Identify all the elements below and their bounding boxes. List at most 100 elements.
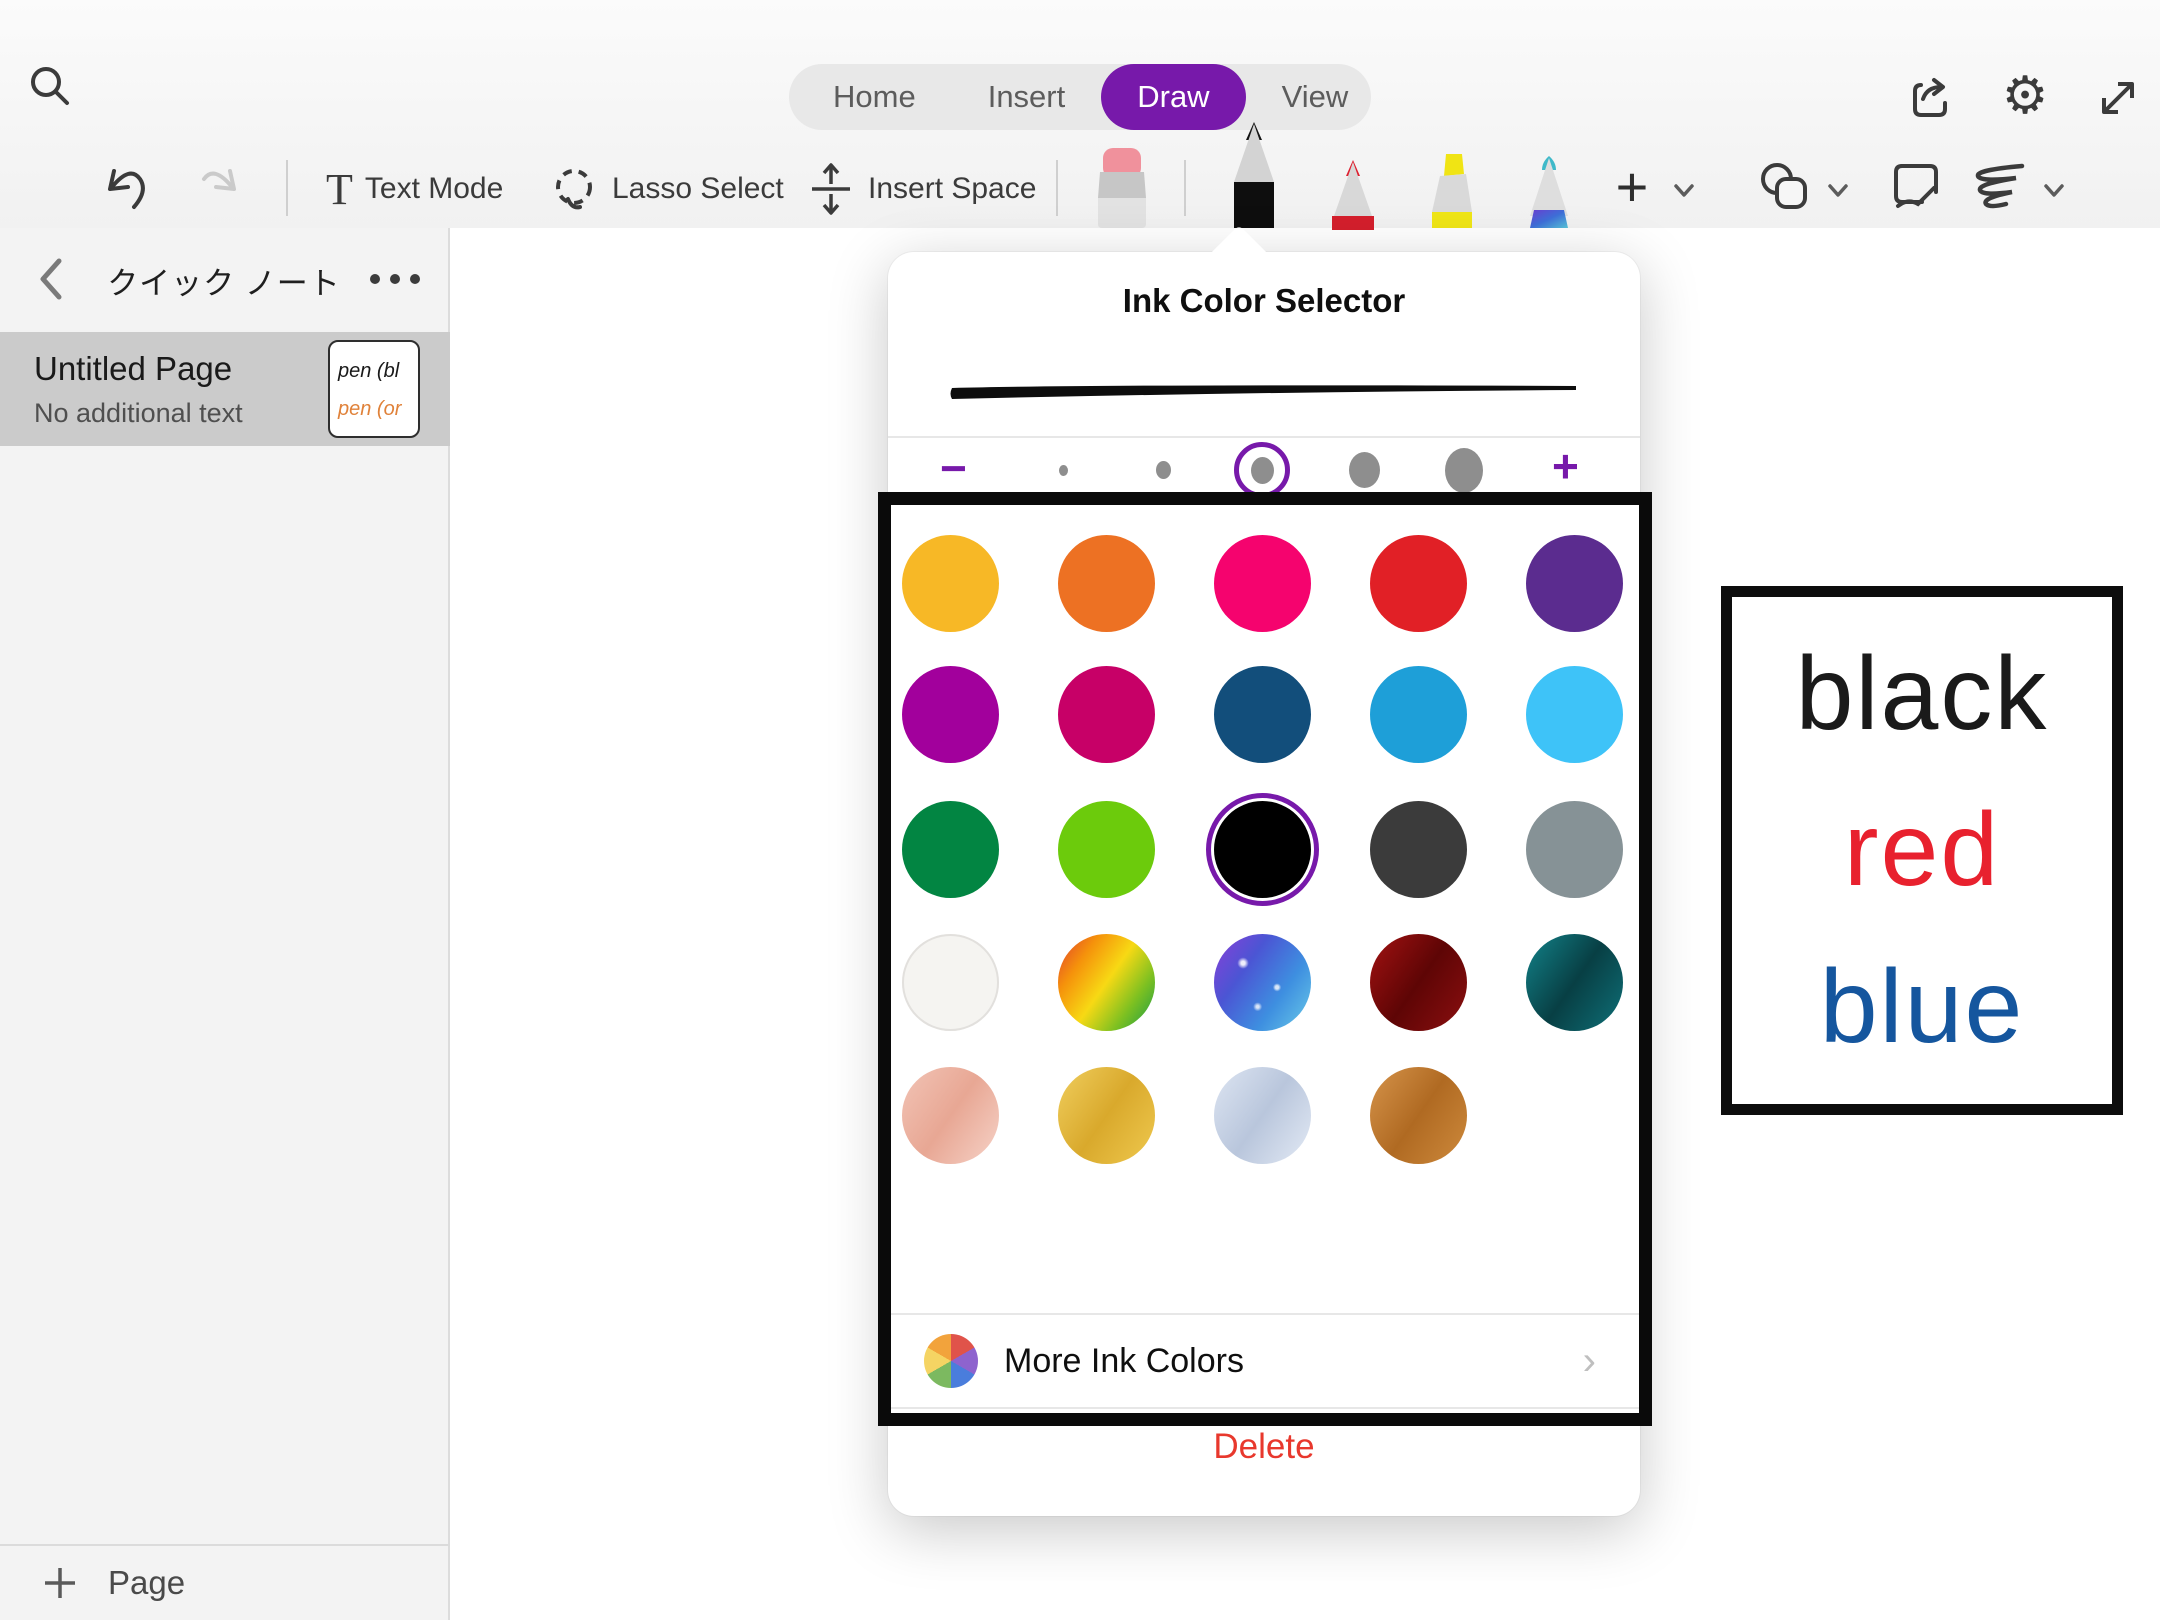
page-subtitle: No additional text — [34, 398, 243, 429]
selected-size-ring — [1234, 442, 1290, 498]
increase-size-button[interactable]: + — [1552, 443, 1579, 489]
ink-color-purple-magenta[interactable] — [902, 666, 999, 763]
ink-color-red[interactable] — [1370, 535, 1467, 632]
tab-insert[interactable]: Insert — [952, 64, 1102, 130]
ink-color-rose-gold[interactable] — [902, 1067, 999, 1164]
redo-icon — [192, 163, 244, 215]
stroke-size-row: − + — [888, 439, 1640, 501]
add-page-label: Page — [108, 1564, 185, 1602]
shapes-button[interactable] — [1752, 154, 1816, 218]
ink-color-white[interactable] — [902, 934, 999, 1031]
ink-color-light-blue[interactable] — [1526, 666, 1623, 763]
undo-icon — [100, 163, 152, 215]
stroke-size-option-5[interactable] — [1445, 448, 1483, 493]
undo-button[interactable] — [100, 150, 152, 228]
red-pen-icon — [1324, 160, 1382, 232]
share-button[interactable] — [1902, 68, 1962, 128]
delete-pen-button[interactable]: Delete — [888, 1427, 1640, 1467]
ink-word-red: red — [1844, 791, 2000, 910]
stroke-size-option-2[interactable] — [1156, 461, 1171, 479]
text-mode-button[interactable]: T Text Mode — [326, 150, 503, 228]
divider — [1056, 160, 1058, 216]
ink-annotate-button[interactable] — [1884, 154, 1948, 218]
fullscreen-button[interactable] — [2088, 68, 2148, 128]
ink-to-shape-dropdown[interactable] — [2034, 170, 2074, 210]
share-icon — [1907, 73, 1957, 123]
search-icon — [27, 63, 73, 109]
ink-color-raspberry[interactable] — [1058, 666, 1155, 763]
settings-button[interactable]: ⚙ — [1995, 66, 2055, 126]
ink-color-bronze[interactable] — [1370, 1067, 1467, 1164]
ink-color-silver[interactable] — [1214, 1067, 1311, 1164]
ink-color-blue[interactable] — [1370, 666, 1467, 763]
ink-color-violet[interactable] — [1526, 535, 1623, 632]
lasso-icon — [548, 163, 600, 215]
add-page-button[interactable]: Page — [0, 1544, 450, 1620]
ink-color-dark-red-marble[interactable] — [1370, 934, 1467, 1031]
ink-color-gold-shimmer[interactable] — [1058, 1067, 1155, 1164]
eraser-icon — [1086, 146, 1158, 228]
lasso-label: Lasso Select — [612, 172, 784, 206]
chevron-down-icon — [2040, 176, 2068, 204]
thumbnail-ink-text: pen (or — [338, 390, 418, 428]
lasso-select-button[interactable]: Lasso Select — [548, 150, 784, 228]
divider — [888, 436, 1640, 438]
ink-color-teal-marble[interactable] — [1526, 934, 1623, 1031]
ink-color-gray[interactable] — [1526, 801, 1623, 898]
insert-space-button[interactable]: Insert Space — [806, 150, 1036, 228]
page-list-item-selected[interactable]: Untitled Page No additional text pen (bl… — [0, 332, 450, 446]
insert-space-icon — [806, 162, 856, 216]
text-mode-icon: T — [326, 164, 353, 215]
ink-word-black: black — [1796, 635, 2049, 754]
search-button[interactable] — [20, 56, 80, 116]
ink-color-orange[interactable] — [1058, 535, 1155, 632]
sidebar-header: クイック ノート — [0, 228, 448, 332]
redo-button[interactable] — [192, 150, 244, 228]
ink-color-dark-gray[interactable] — [1370, 801, 1467, 898]
insert-space-label: Insert Space — [868, 172, 1036, 206]
notebook-more-button[interactable] — [360, 264, 430, 294]
plus-icon — [42, 1565, 78, 1601]
ellipsis-icon — [370, 274, 420, 284]
divider — [286, 160, 288, 216]
toolbar: HomeInsertDrawView ⚙ — [0, 0, 2160, 228]
ink-color-black[interactable] — [1214, 801, 1311, 898]
ink-color-galaxy[interactable] — [1214, 934, 1311, 1031]
page-thumbnail: pen (blpen (or — [328, 340, 420, 438]
scribble-icon — [1966, 158, 2030, 214]
onenote-app: HomeInsertDrawView ⚙ — [0, 0, 2160, 1620]
popup-title: Ink Color Selector — [888, 282, 1640, 320]
stroke-size-option-1[interactable] — [1059, 465, 1068, 476]
decrease-size-button[interactable]: − — [940, 445, 967, 491]
page-title: Untitled Page — [34, 350, 232, 388]
ink-color-gold[interactable] — [902, 535, 999, 632]
highlighter-icon — [1420, 152, 1484, 232]
chevron-down-icon — [1670, 176, 1698, 204]
chevron-down-icon — [1824, 176, 1852, 204]
stroke-preview — [950, 382, 1578, 404]
stroke-size-option-4[interactable] — [1349, 452, 1380, 488]
plus-icon: + — [1616, 154, 1649, 219]
text-mode-label: Text Mode — [365, 172, 503, 206]
ink-color-dark-blue[interactable] — [1214, 666, 1311, 763]
galaxy-pencil-icon — [1520, 154, 1578, 230]
ink-color-green[interactable] — [902, 801, 999, 898]
shapes-dropdown[interactable] — [1818, 170, 1858, 210]
ink-to-shape-button[interactable] — [1962, 154, 2034, 218]
gear-icon: ⚙ — [2002, 66, 2049, 126]
add-pen-button[interactable]: + — [1604, 158, 1660, 214]
eraser-tool[interactable] — [1086, 146, 1158, 233]
chevron-right-icon: › — [1583, 1339, 1596, 1384]
galaxy-pencil-tool[interactable] — [1520, 154, 1578, 235]
black-pen-tool[interactable] — [1222, 120, 1286, 235]
more-ink-colors-button[interactable]: More Ink Colors › — [888, 1315, 1640, 1407]
tab-home[interactable]: Home — [797, 64, 952, 130]
add-pen-dropdown[interactable] — [1664, 170, 1704, 210]
ink-color-light-green[interactable] — [1058, 801, 1155, 898]
red-pen-tool[interactable] — [1324, 160, 1382, 237]
highlighter-tool[interactable] — [1420, 152, 1484, 237]
more-ink-colors-label: More Ink Colors — [1004, 1342, 1583, 1381]
ink-word-blue: blue — [1820, 948, 2025, 1067]
ink-color-rainbow-glitter[interactable] — [1058, 934, 1155, 1031]
ink-color-bright-pink[interactable] — [1214, 535, 1311, 632]
